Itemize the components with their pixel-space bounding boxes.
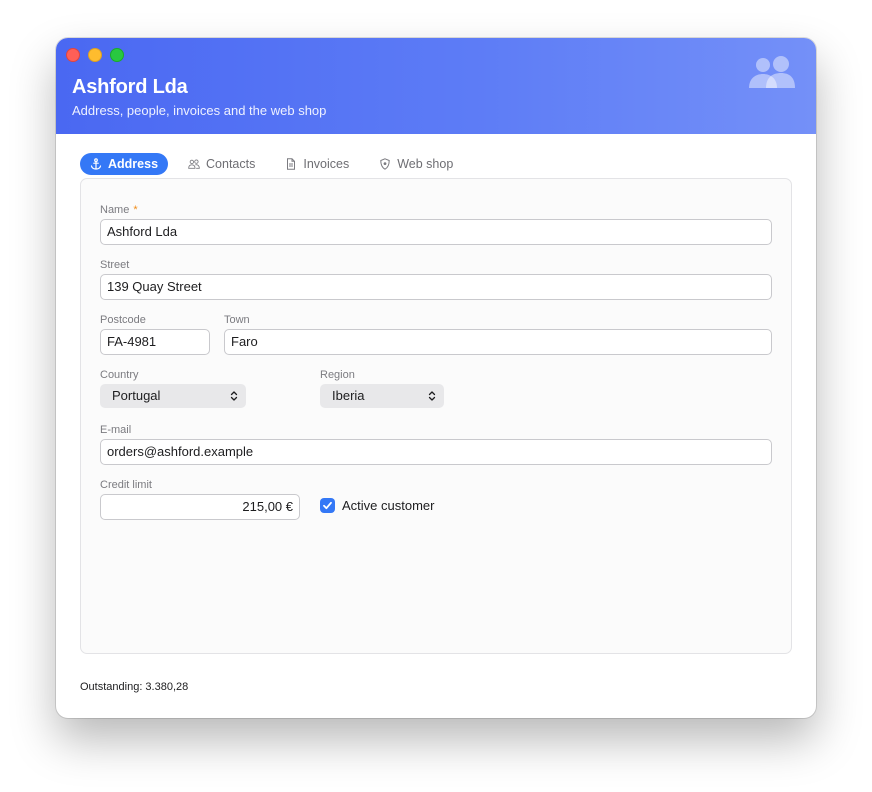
town-field[interactable]: Faro [224, 329, 772, 355]
up-down-chevron-icon [428, 391, 436, 401]
tab-web-shop[interactable]: Web shop [369, 153, 463, 175]
zoom-window-button[interactable] [110, 48, 124, 62]
country-value: Portugal [112, 388, 161, 403]
shield-icon [380, 158, 390, 170]
postcode-label: Postcode [100, 314, 146, 326]
up-down-chevron-icon [230, 391, 238, 401]
credit-limit-label: Credit limit [100, 479, 152, 491]
people-icon [188, 159, 200, 169]
town-label: Town [224, 314, 250, 326]
region-label: Region [320, 369, 355, 381]
tab-invoices[interactable]: Invoices [275, 153, 359, 175]
tab-contacts[interactable]: Contacts [178, 153, 265, 175]
street-field[interactable]: 139 Quay Street [100, 274, 772, 300]
required-asterisk: * [133, 204, 138, 216]
tab-invoices-label: Invoices [303, 157, 350, 171]
address-form-panel: Name * Ashford Lda Street 139 Quay Street… [80, 178, 792, 654]
checkmark-icon [323, 501, 332, 510]
tab-address[interactable]: Address [80, 153, 169, 175]
tab-address-label: Address [108, 157, 159, 171]
page-subtitle: Address, people, invoices and the web sh… [72, 103, 327, 118]
region-value: Iberia [332, 388, 365, 403]
postcode-field[interactable]: FA-4981 [100, 329, 210, 355]
people-icon [749, 56, 795, 88]
active-customer-label: Active customer [342, 498, 435, 513]
country-select[interactable]: Portugal [100, 384, 246, 408]
document-icon [287, 158, 296, 170]
street-label: Street [100, 259, 130, 271]
email-field[interactable]: orders@ashford.example [100, 439, 772, 465]
traffic-lights [66, 48, 124, 62]
anchor-icon [90, 158, 102, 170]
region-select[interactable]: Iberia [320, 384, 444, 408]
customer-window: Ashford Lda Address, people, invoices an… [56, 38, 816, 718]
tab-bar: Address Contacts Invoices Web shop [80, 153, 473, 175]
tab-contacts-label: Contacts [206, 157, 256, 171]
page-title: Ashford Lda [72, 76, 188, 98]
tab-web-shop-label: Web shop [397, 157, 454, 171]
credit-limit-field[interactable]: 215,00 € [100, 494, 300, 520]
outstanding-status: Outstanding: 3.380,28 [80, 681, 189, 693]
active-customer-checkbox[interactable] [320, 498, 335, 513]
active-customer-toggle[interactable]: Active customer [320, 498, 434, 513]
minimize-window-button[interactable] [88, 48, 102, 62]
name-field[interactable]: Ashford Lda [100, 219, 772, 245]
close-window-button[interactable] [66, 48, 80, 62]
name-label: Name * [100, 204, 138, 216]
email-label: E-mail [100, 424, 132, 436]
name-label-text: Name [100, 204, 130, 216]
country-label: Country [100, 369, 139, 381]
window-header: Ashford Lda Address, people, invoices an… [56, 38, 816, 134]
